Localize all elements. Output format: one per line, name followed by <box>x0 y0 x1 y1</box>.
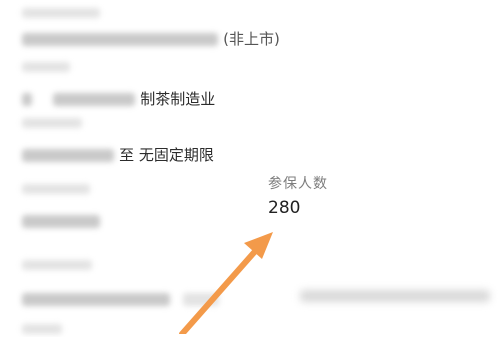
company-detail-screen: (非上市) 制茶制造业 至 无固定期限 参保人数 280 <box>0 0 498 334</box>
arrow-shaft <box>179 245 261 334</box>
annotation-arrow-icon <box>179 232 273 334</box>
